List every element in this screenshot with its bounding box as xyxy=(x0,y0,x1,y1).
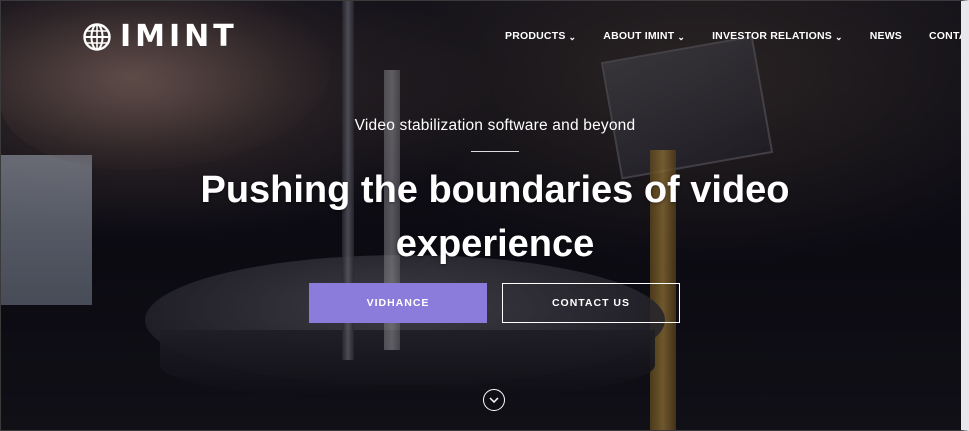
nav-label: PRODUCTS xyxy=(505,30,566,42)
nav-label: CONTACT xyxy=(929,30,969,42)
headline-line-2: experience xyxy=(395,223,595,265)
scroll-down-button[interactable] xyxy=(483,389,505,411)
site-logo[interactable]: IMINT xyxy=(82,22,238,52)
headline-line-1: Pushing the boundaries of video xyxy=(200,169,790,211)
nav-label: INVESTOR RELATIONS xyxy=(712,30,832,42)
vidhance-button[interactable]: VIDHANCE xyxy=(309,283,487,323)
nav-label: ABOUT IMINT xyxy=(603,30,675,42)
hero-section: IMINT PRODUCTS ⌄ ABOUT IMINT ⌄ INVESTOR … xyxy=(0,0,969,431)
nav-item-investor-relations[interactable]: INVESTOR RELATIONS ⌄ xyxy=(712,30,843,42)
nav-item-products[interactable]: PRODUCTS ⌄ xyxy=(505,30,576,42)
nav-item-news[interactable]: NEWS xyxy=(870,30,902,42)
globe-icon xyxy=(83,23,111,51)
hero-divider xyxy=(471,151,519,152)
contact-us-button[interactable]: CONTACT US xyxy=(502,283,680,323)
chevron-down-icon xyxy=(489,397,499,403)
nav-item-about[interactable]: ABOUT IMINT ⌄ xyxy=(603,30,685,42)
nav-item-contact[interactable]: CONTACT xyxy=(929,30,969,42)
chevron-down-icon: ⌄ xyxy=(568,31,577,42)
logo-text: IMINT xyxy=(120,19,238,54)
nav-label: NEWS xyxy=(869,30,903,42)
chevron-down-icon: ⌄ xyxy=(834,31,843,42)
main-nav: PRODUCTS ⌄ ABOUT IMINT ⌄ INVESTOR RELATI… xyxy=(505,30,969,42)
hero-headline: Pushing the boundaries of video experien… xyxy=(0,163,969,271)
hero-subtitle: Video stabilization software and beyond xyxy=(354,117,636,134)
chevron-down-icon: ⌄ xyxy=(677,31,686,42)
